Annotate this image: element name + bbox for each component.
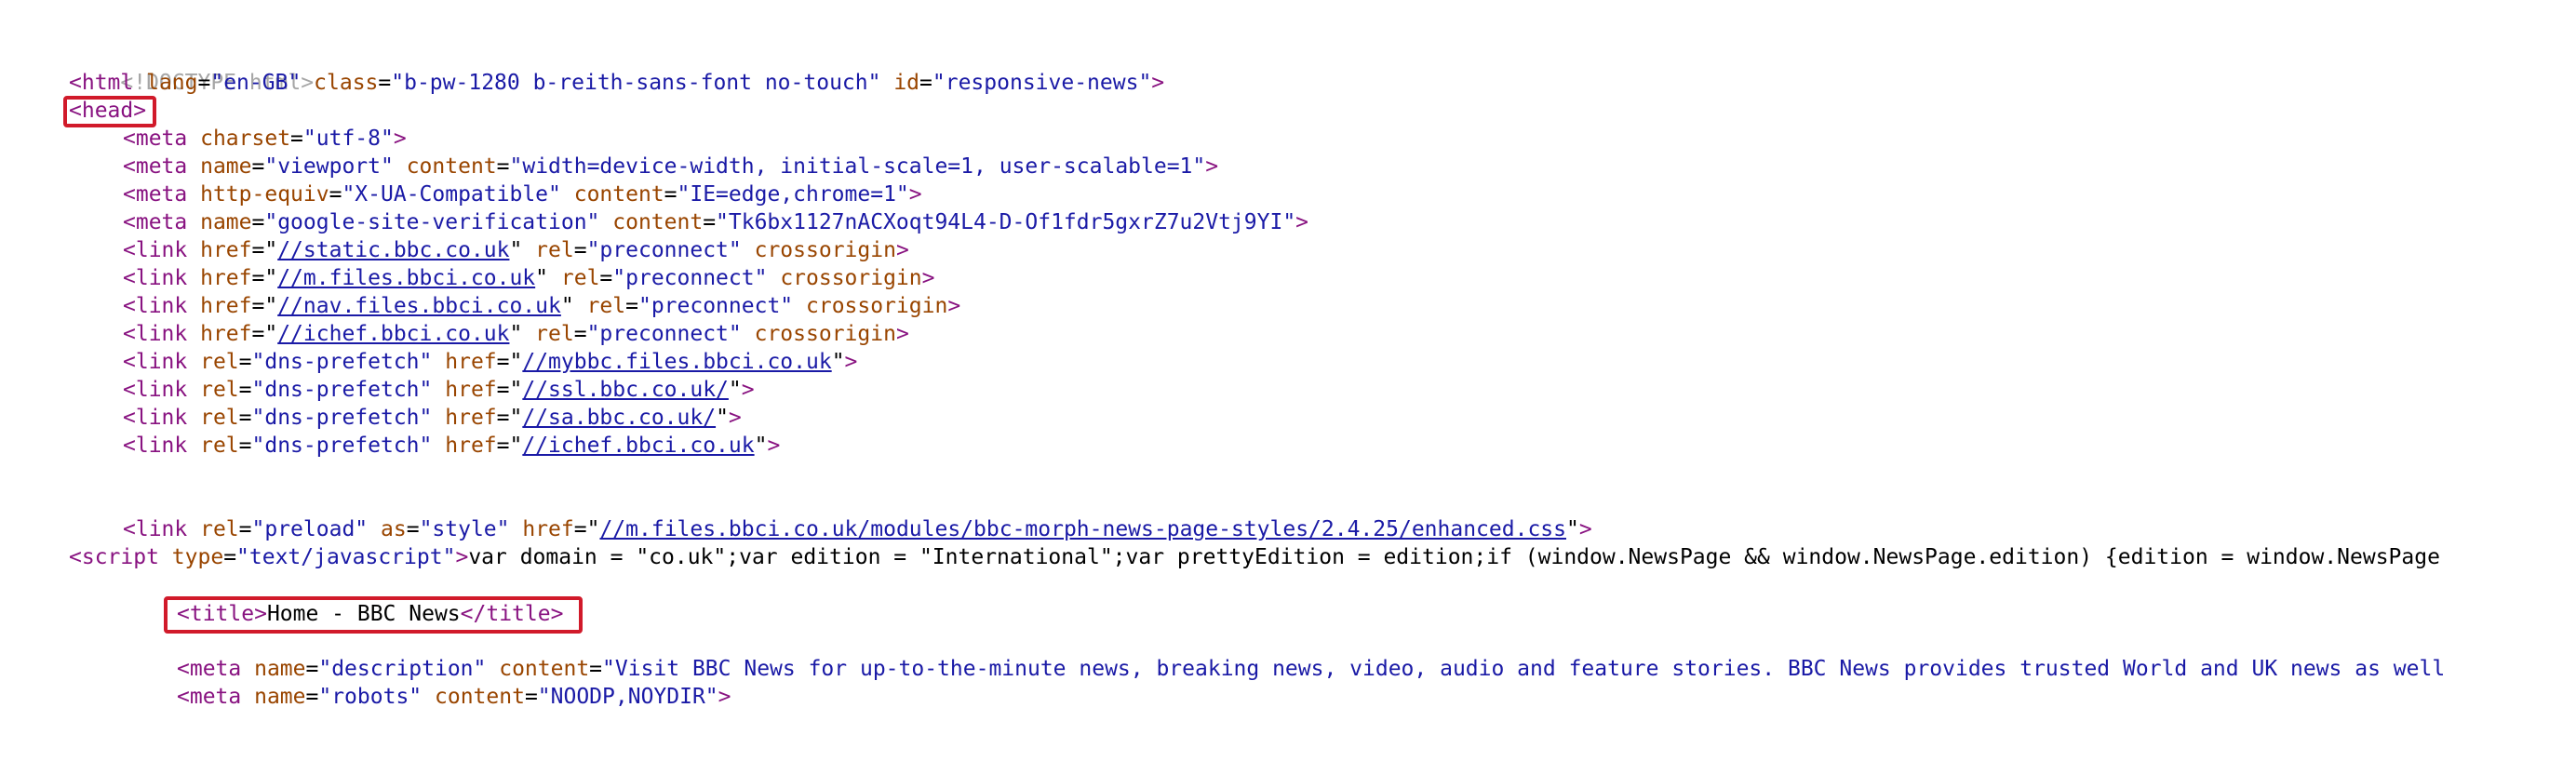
source-link[interactable]: //m.files.bbci.co.uk/modules/bbc-morph-n… xyxy=(599,517,1566,541)
source-link[interactable]: //mybbc.files.bbci.co.uk xyxy=(522,350,831,374)
attr-name: id xyxy=(893,71,920,95)
attr-name: class xyxy=(314,71,379,95)
head-tag: <head> xyxy=(69,99,147,123)
link-preconnect-line: <link href="//ichef.bbci.co.uk" rel="pre… xyxy=(123,322,909,346)
source-link[interactable]: //m.files.bbci.co.uk xyxy=(277,266,535,290)
meta-compat-line: <meta http-equiv="X-UA-Compatible" conte… xyxy=(123,182,922,207)
page-title-text: Home - BBC News xyxy=(266,602,461,626)
title-close-tag: </title> xyxy=(460,602,564,626)
source-link[interactable]: //ssl.bbc.co.uk/ xyxy=(522,378,729,402)
link-dns-prefetch-line: <link rel="dns-prefetch" href="//ssl.bbc… xyxy=(123,378,755,402)
link-preconnect-line: <link href="//nav.files.bbci.co.uk" rel=… xyxy=(123,294,961,318)
meta-viewport-line: <meta name="viewport" content="width=dev… xyxy=(123,154,1219,179)
attr-name: lang xyxy=(146,71,198,95)
html-open-line: <html lang="en-GB" class="b-pw-1280 b-re… xyxy=(69,71,1165,95)
attr-value: "en-GB" xyxy=(210,71,302,95)
doctype-line: <!DOCTYPE html> xyxy=(69,41,314,95)
attr-value: "responsive-news" xyxy=(932,71,1152,95)
source-link[interactable]: //ichef.bbci.co.uk xyxy=(522,434,754,458)
link-dns-prefetch-line: <link rel="dns-prefetch" href="//sa.bbc.… xyxy=(123,406,742,430)
script-code: var domain = "co.uk";var edition = "Inte… xyxy=(468,545,2440,569)
html-tag: <html xyxy=(69,71,134,95)
meta-charset-line: <meta charset="utf-8"> xyxy=(123,127,407,151)
link-dns-prefetch-line: <link rel="dns-prefetch" href="//mybbc.f… xyxy=(123,350,858,374)
meta-verification-line: <meta name="google-site-verification" co… xyxy=(123,210,1309,234)
link-preload-line: <link rel="preload" as="style" href="//m… xyxy=(123,517,1592,541)
link-preconnect-line: <link href="//m.files.bbci.co.uk" rel="p… xyxy=(123,266,935,290)
link-dns-prefetch-line: <link rel="dns-prefetch" href="//ichef.b… xyxy=(123,434,781,458)
attr-value: "b-pw-1280 b-reith-sans-font no-touch" xyxy=(391,71,881,95)
title-open-tag: <title> xyxy=(177,602,267,626)
head-open-line: <head> xyxy=(69,97,146,125)
source-link[interactable]: //static.bbc.co.uk xyxy=(277,238,509,262)
meta-robots-line: <meta name="robots" content="NOODP,NOYDI… xyxy=(177,685,731,709)
link-preconnect-line: <link href="//static.bbc.co.uk" rel="pre… xyxy=(123,238,909,262)
source-link[interactable]: //sa.bbc.co.uk/ xyxy=(522,406,716,430)
title-line: <title>Home - BBC News</title> xyxy=(177,600,563,628)
source-link[interactable]: //ichef.bbci.co.uk xyxy=(277,322,509,346)
meta-description-line: <meta name="description" content="Visit … xyxy=(177,657,2446,681)
source-link[interactable]: //nav.files.bbci.co.uk xyxy=(277,294,561,318)
page-source-view: <!DOCTYPE html> <html lang="en-GB" class… xyxy=(0,0,2576,761)
script-tag: <script xyxy=(69,545,159,569)
script-line: <script type="text/javascript">var domai… xyxy=(69,545,2440,569)
